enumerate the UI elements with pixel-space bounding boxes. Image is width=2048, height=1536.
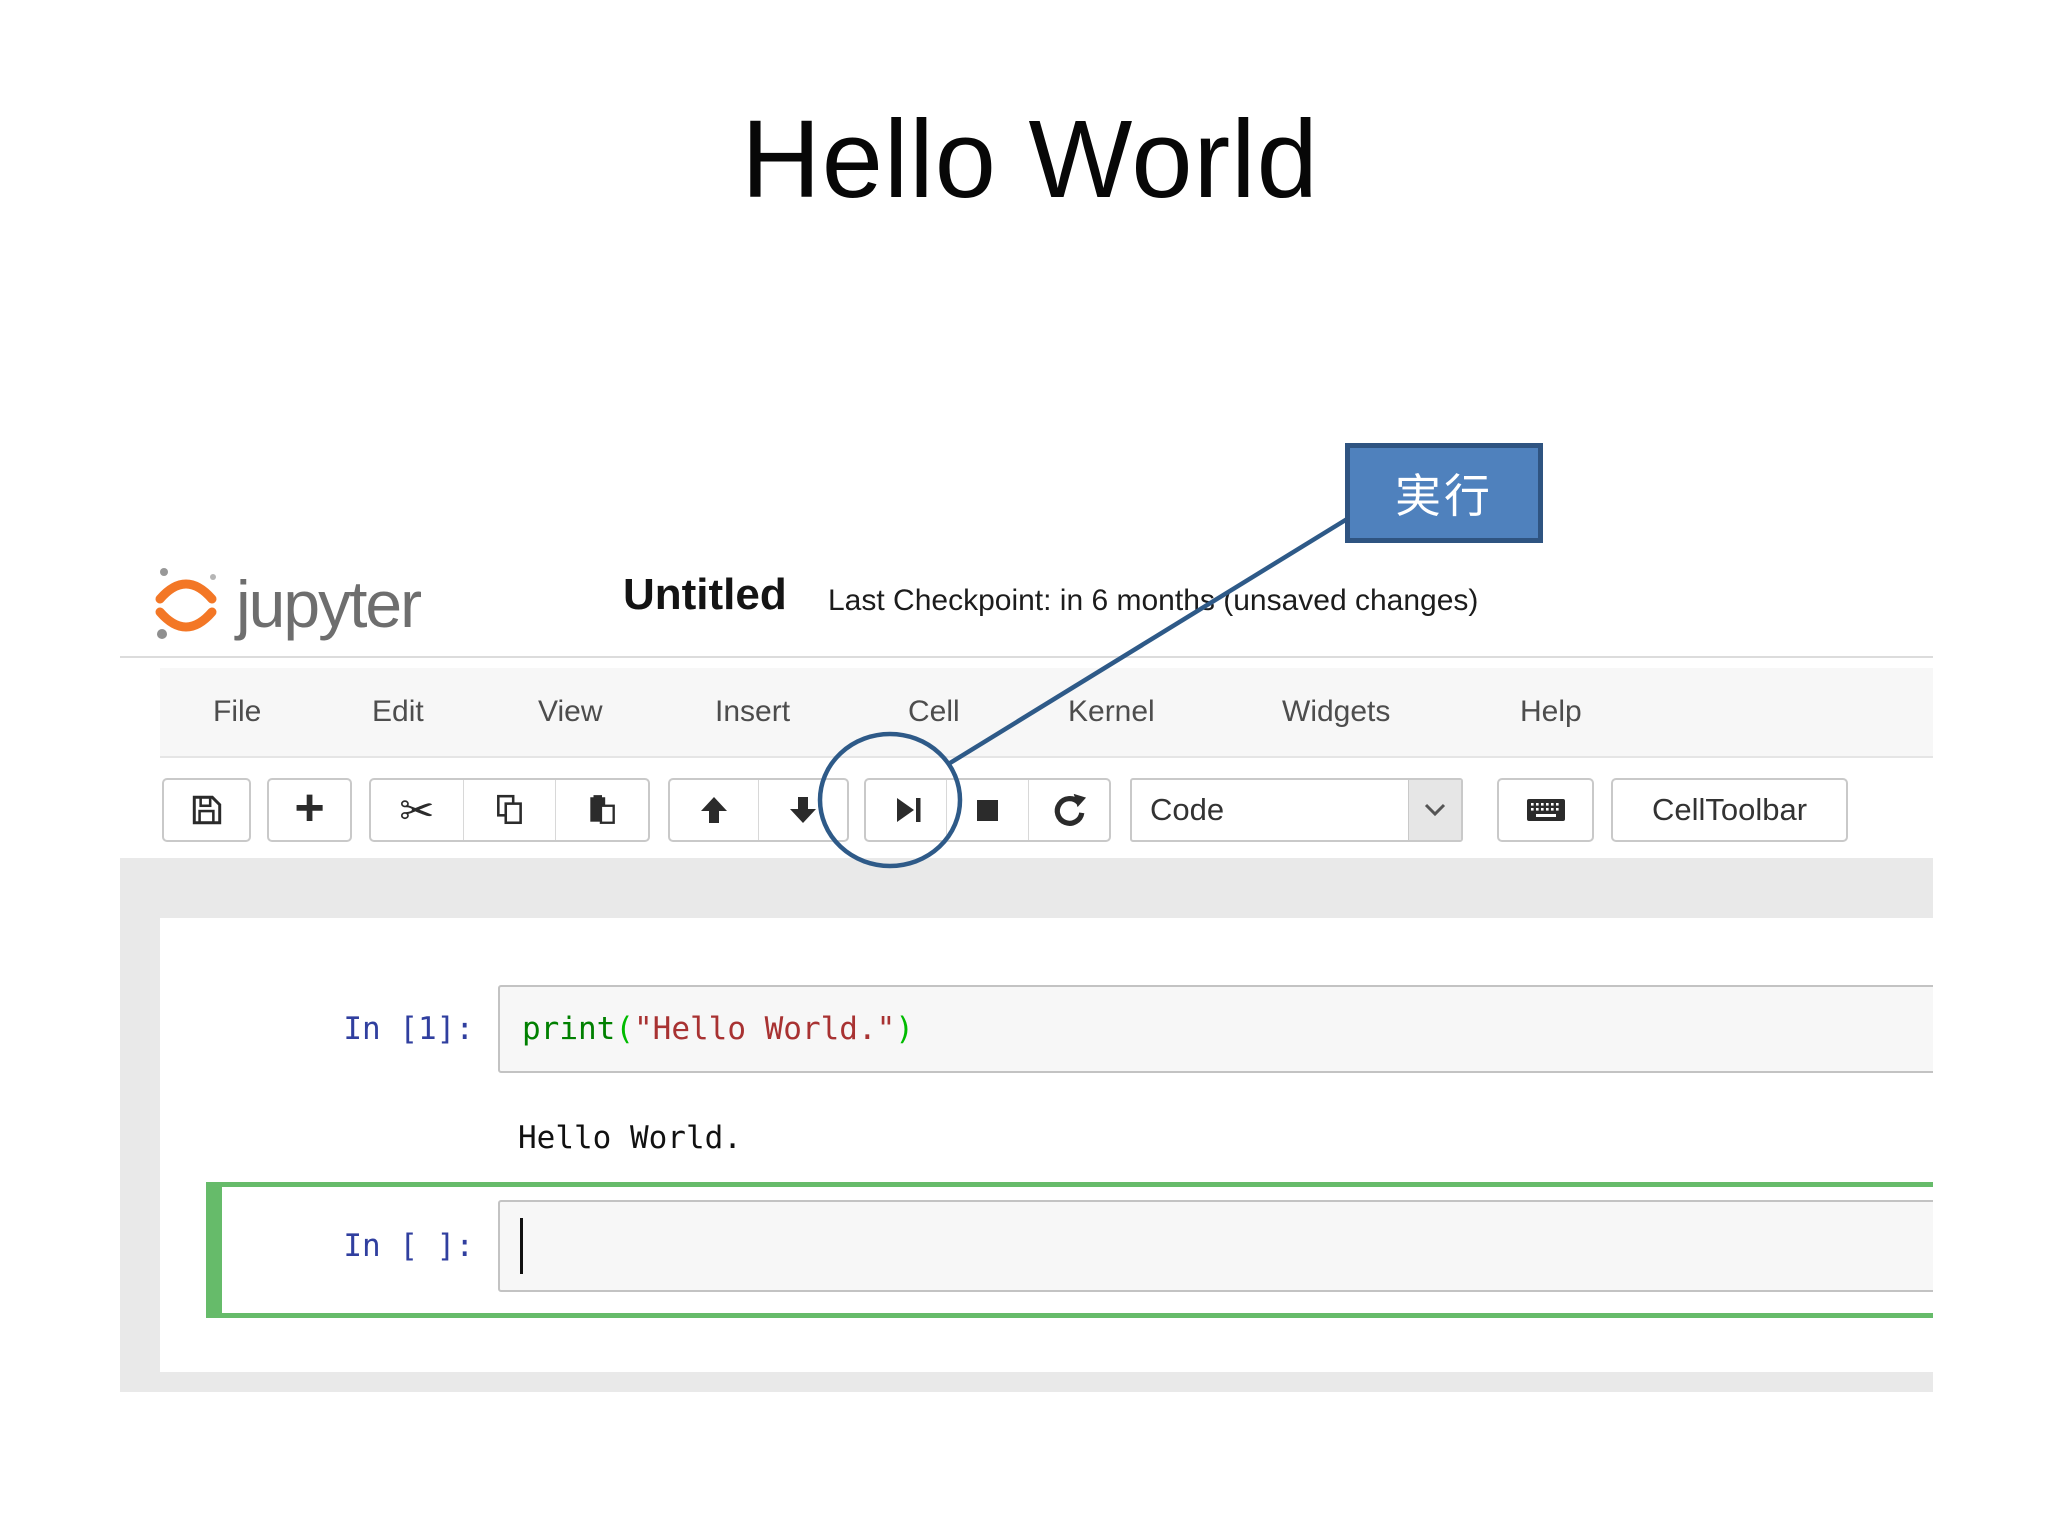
edit-button-group: ✂ [369, 778, 650, 842]
notebook-title[interactable]: Untitled [623, 570, 787, 620]
code-token-string: "Hello World." [634, 1011, 896, 1047]
text-cursor [520, 1218, 523, 1274]
chevron-down-icon [1424, 803, 1446, 817]
move-cell-up-button[interactable] [670, 780, 758, 840]
header-divider [120, 656, 1933, 658]
cut-cells-button[interactable]: ✂ [371, 780, 463, 840]
run-button-group [864, 778, 1111, 842]
copy-cells-button[interactable] [462, 780, 556, 840]
menu-cell[interactable]: Cell [908, 668, 960, 756]
cell-type-select[interactable]: Code [1130, 778, 1463, 842]
arrow-up-icon [701, 797, 727, 823]
paste-icon [590, 795, 616, 824]
cell1-output-text: Hello World. [518, 1120, 742, 1156]
cell-type-value: Code [1150, 792, 1225, 827]
paste-cells-button[interactable] [555, 780, 648, 840]
copy-icon [496, 794, 522, 825]
cell2-code-input[interactable] [498, 1200, 1933, 1292]
restart-icon [1054, 793, 1086, 826]
stop-icon [977, 800, 999, 821]
jupyter-notebook-screenshot: jupyter Untitled Last Checkpoint: in 6 m… [120, 540, 1933, 1396]
menu-view[interactable]: View [538, 668, 602, 756]
insert-cell-below-button[interactable]: + [267, 778, 352, 842]
cell1-code-input[interactable]: print("Hello World.") [498, 985, 1933, 1073]
arrow-down-icon [790, 797, 816, 823]
command-palette-button[interactable] [1497, 778, 1594, 842]
jupyter-logo[interactable]: jupyter [150, 562, 422, 646]
code-token-open-paren: ( [615, 1011, 634, 1047]
cell1-input-prompt: In [1]: [343, 1011, 474, 1047]
menu-help[interactable]: Help [1520, 668, 1582, 756]
select-strip [1408, 780, 1461, 840]
menu-bar: File Edit View Insert Cell Kernel Widget… [160, 668, 1933, 758]
run-icon [897, 798, 921, 822]
jupyter-logo-icon [155, 568, 217, 639]
move-button-group [668, 778, 849, 842]
callout-text: 実行 [1395, 470, 1493, 522]
menu-widgets[interactable]: Widgets [1282, 668, 1390, 756]
menu-edit[interactable]: Edit [372, 668, 424, 756]
move-cell-down-button[interactable] [758, 780, 847, 840]
code-token-close-paren: ) [895, 1011, 914, 1047]
celltoolbar-label: CellToolbar [1651, 792, 1808, 827]
save-icon [192, 795, 221, 825]
callout-run-label: 実行 [1345, 443, 1543, 543]
menu-file[interactable]: File [213, 668, 261, 756]
cut-icon: ✂ [399, 786, 435, 834]
code-token-print: print [522, 1011, 616, 1047]
checkpoint-status: Last Checkpoint: in 6 months (unsaved ch… [828, 584, 1479, 617]
menu-insert[interactable]: Insert [715, 668, 790, 756]
interrupt-kernel-button[interactable] [946, 780, 1027, 840]
restart-kernel-button[interactable] [1027, 780, 1109, 840]
cell2-input-prompt: In [ ]: [343, 1228, 474, 1264]
run-cell-button[interactable] [866, 780, 946, 840]
save-button[interactable] [162, 778, 251, 842]
menu-kernel[interactable]: Kernel [1068, 668, 1155, 756]
plus-icon: + [294, 779, 325, 837]
slide-title: Hello World [741, 98, 1319, 221]
keyboard-icon [1526, 799, 1565, 821]
celltoolbar-button[interactable]: CellToolbar [1611, 778, 1848, 842]
jupyter-logo-text: jupyter [236, 567, 422, 641]
